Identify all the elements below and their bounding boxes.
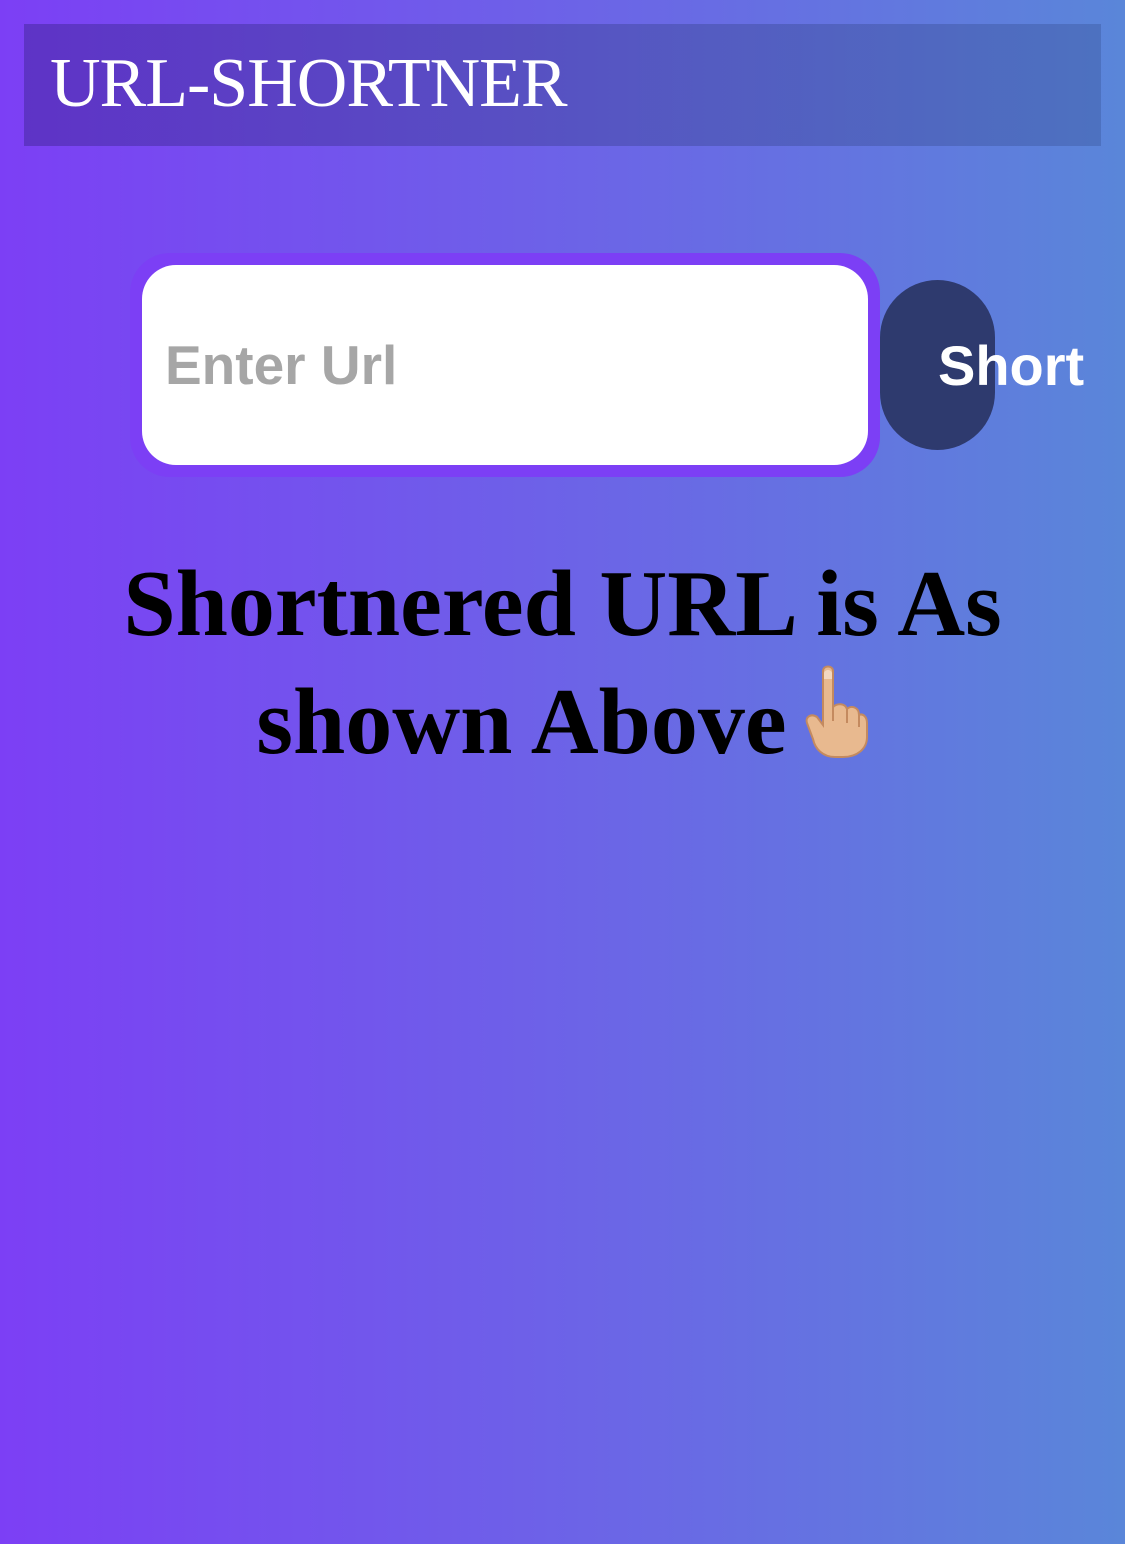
header-bar: URL-SHORTNER [24,24,1101,146]
result-message-text: Shortnered URL is As shown Above [123,552,1002,774]
short-button-label: Short [938,334,1085,397]
pointing-up-hand-icon [797,663,869,787]
app-title: URL-SHORTNER [50,45,568,122]
result-message: Shortnered URL is As shown Above [60,545,1065,787]
url-input-wrapper [130,253,880,477]
url-input[interactable] [142,265,868,465]
